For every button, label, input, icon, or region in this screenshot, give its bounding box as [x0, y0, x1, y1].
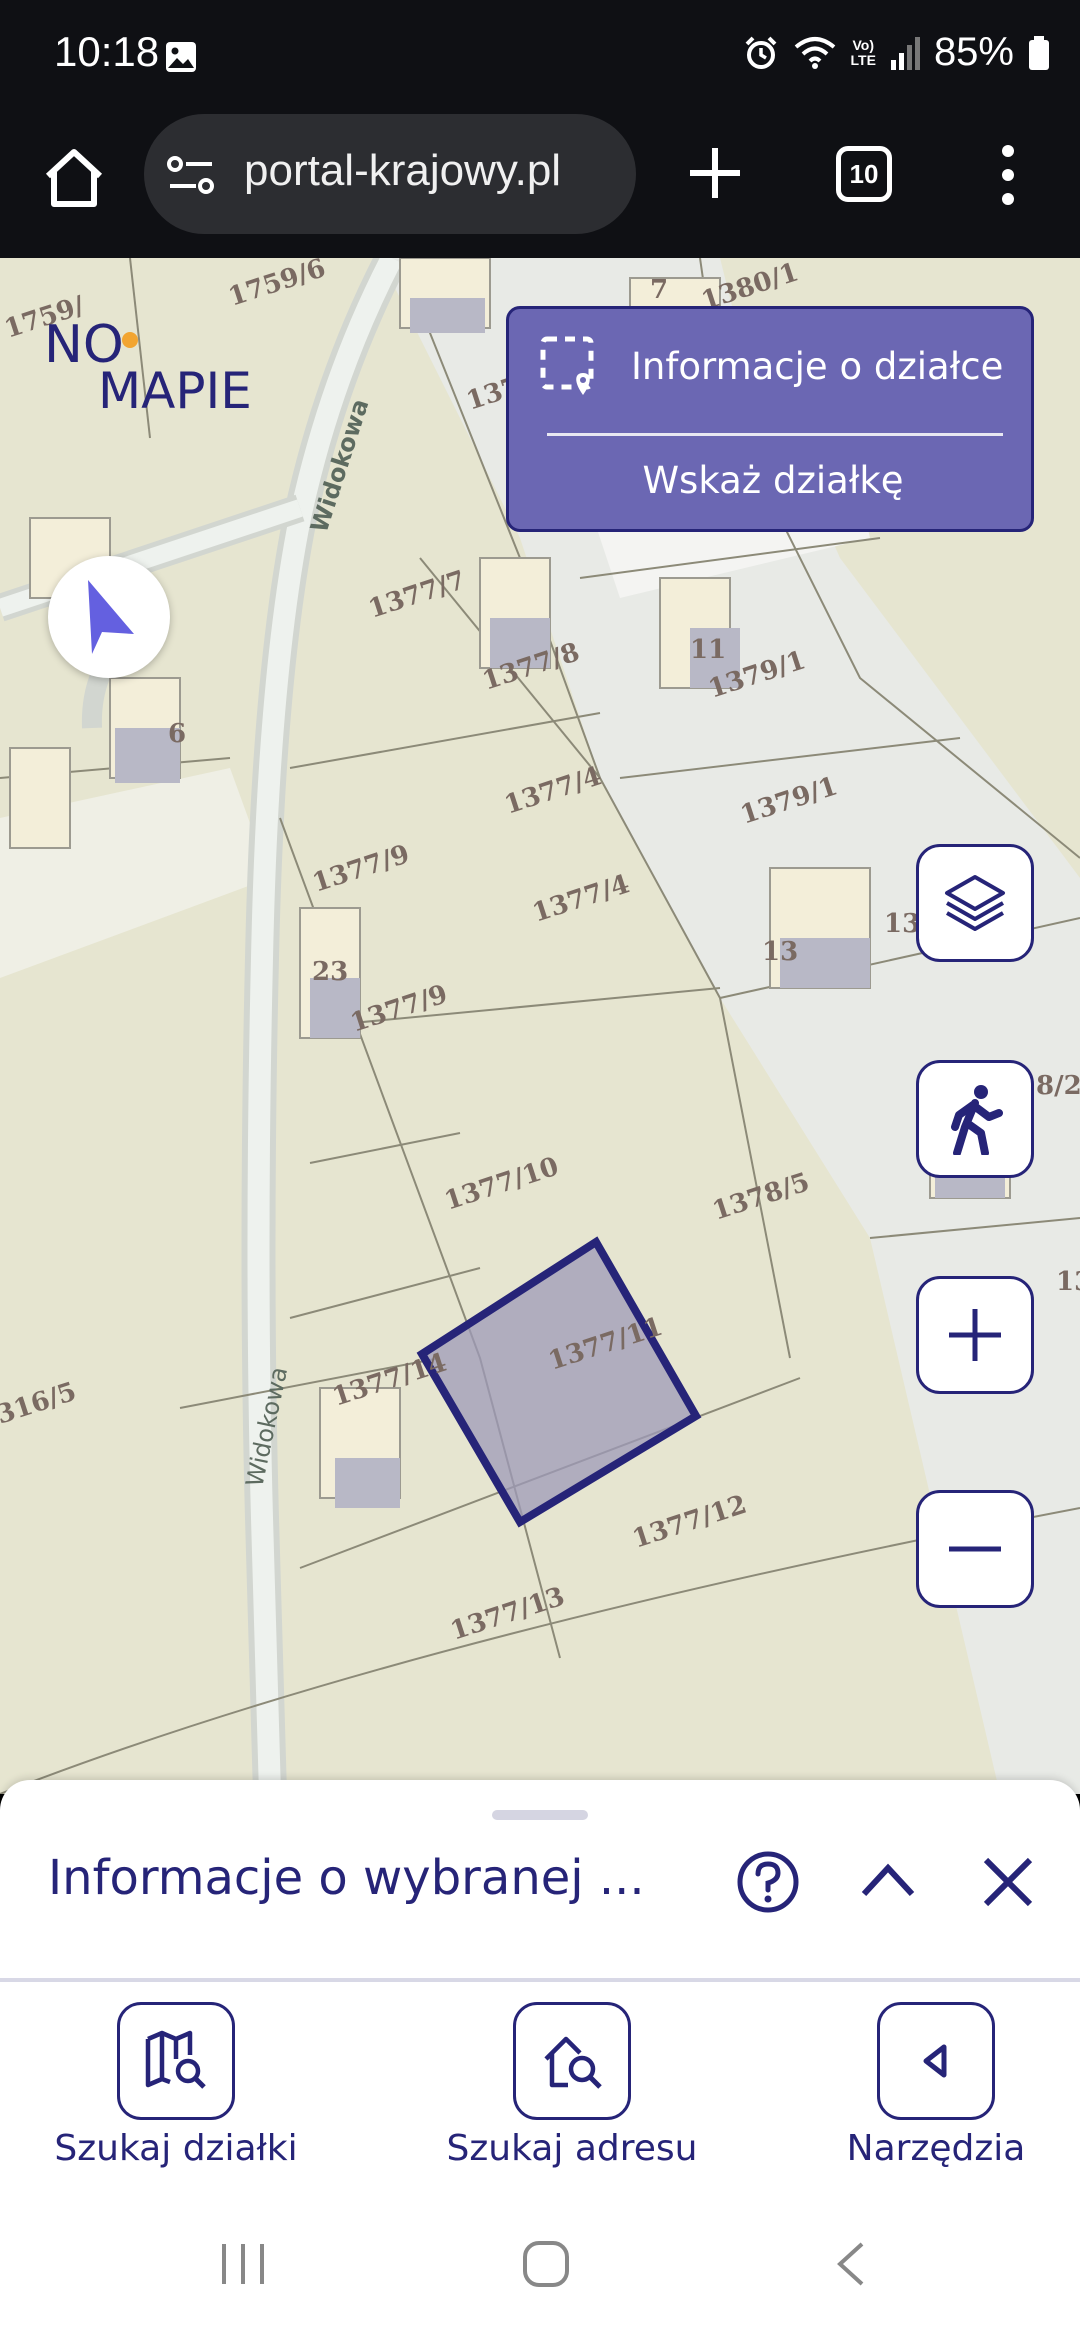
battery-icon: [1029, 35, 1049, 70]
tab-count: 10: [849, 158, 879, 189]
back-icon[interactable]: [832, 2240, 868, 2288]
status-bar: 10:18 Vo) LTE 85%: [0, 0, 1080, 110]
volte-bottom-label: LTE: [850, 51, 876, 68]
search-address-label: Szukaj adresu: [446, 2128, 698, 2169]
browser-toolbar: portal-krajowy.pl 10: [0, 110, 1080, 258]
help-icon[interactable]: [736, 1850, 800, 1914]
compass-button[interactable]: [48, 556, 170, 678]
zoom-in-button[interactable]: [916, 1276, 1034, 1394]
info-bottom-sheet[interactable]: Informacje o wybranej ...: [0, 1780, 1080, 1980]
photo-icon: [166, 42, 196, 72]
tools-box[interactable]: [877, 2002, 995, 2120]
minus-icon: [949, 1546, 1001, 1552]
street-view-button[interactable]: [916, 1060, 1034, 1178]
home-search-icon: [544, 2036, 602, 2089]
sheet-drag-handle[interactable]: [492, 1810, 588, 1820]
status-time: 10:18: [54, 28, 160, 75]
search-parcel-label: Szukaj działki: [54, 2128, 298, 2169]
volte-icon: Vo) LTE: [850, 36, 876, 68]
navigation-arrow-icon: [88, 580, 134, 654]
parcel-info-card[interactable]: Informacje o działce Wskaż działkę: [506, 306, 1034, 532]
new-tab-icon[interactable]: [684, 142, 746, 204]
site-settings-icon[interactable]: [166, 154, 216, 198]
volte-top-label: Vo): [852, 36, 874, 53]
parcel-label: 7: [650, 275, 668, 305]
parcel-label: 8/2: [1036, 1071, 1080, 1101]
home-system-icon[interactable]: [522, 2240, 570, 2288]
system-navigation-bar: [0, 2190, 1080, 2340]
search-parcel-button[interactable]: Szukaj działki: [46, 2002, 306, 2169]
nomapie-logo: NO MAPIE: [44, 315, 252, 414]
plus-icon: [949, 1309, 1001, 1361]
map-search-icon: [145, 2030, 206, 2089]
zoom-out-button[interactable]: [916, 1490, 1034, 1608]
url-text[interactable]: portal-krajowy.pl: [244, 146, 624, 196]
parcel-label: 13: [762, 937, 798, 967]
bottom-navigation: Szukaj działki Szukaj adresu Narzędzia: [0, 1982, 1080, 2190]
close-icon[interactable]: [980, 1854, 1036, 1910]
signal-icon: [890, 36, 920, 70]
battery-percent: 85%: [933, 30, 1014, 74]
card-divider: [547, 433, 1003, 436]
chevron-up-icon[interactable]: [860, 1860, 916, 1900]
point-parcel-button[interactable]: Wskaż działkę: [509, 459, 1037, 502]
parcel-info-title: Informacje o działce: [631, 345, 1004, 388]
parcel-label: 23: [312, 957, 348, 987]
map-view[interactable]: 1759/6 1759/1380/1 7 137 1377/7 1377/8 11 1379/…: [0, 258, 1080, 1794]
parcel-label: 13: [1056, 1267, 1080, 1297]
select-parcel-icon: [540, 336, 594, 395]
pedestrian-icon: [951, 1085, 1003, 1155]
parcel-label: 11: [690, 635, 726, 665]
more-options-icon[interactable]: [990, 142, 1026, 208]
alarm-icon: [745, 36, 776, 69]
parcel-label: 6: [168, 719, 186, 749]
parcel-label: 13: [884, 909, 920, 939]
sheet-title: Informacje o wybranej ...: [48, 1850, 645, 1906]
address-bar[interactable]: portal-krajowy.pl: [144, 114, 636, 234]
search-parcel-box[interactable]: [117, 2002, 235, 2120]
recent-apps-icon[interactable]: [218, 2242, 268, 2286]
search-address-box[interactable]: [513, 2002, 631, 2120]
layers-button[interactable]: [916, 844, 1034, 962]
wifi-icon: [794, 36, 835, 69]
tools-button[interactable]: Narzędzia: [826, 2002, 1046, 2169]
caret-left-icon: [923, 2044, 947, 2078]
tab-switcher-button[interactable]: 10: [836, 146, 892, 202]
layers-icon: [945, 875, 1005, 931]
home-icon[interactable]: [40, 144, 108, 212]
tools-label: Narzędzia: [846, 2128, 1026, 2169]
search-address-button[interactable]: Szukaj adresu: [432, 2002, 712, 2169]
logo-bottom-text: MAPIE: [98, 362, 252, 414]
status-icons: Vo) LTE 85%: [743, 30, 1050, 75]
